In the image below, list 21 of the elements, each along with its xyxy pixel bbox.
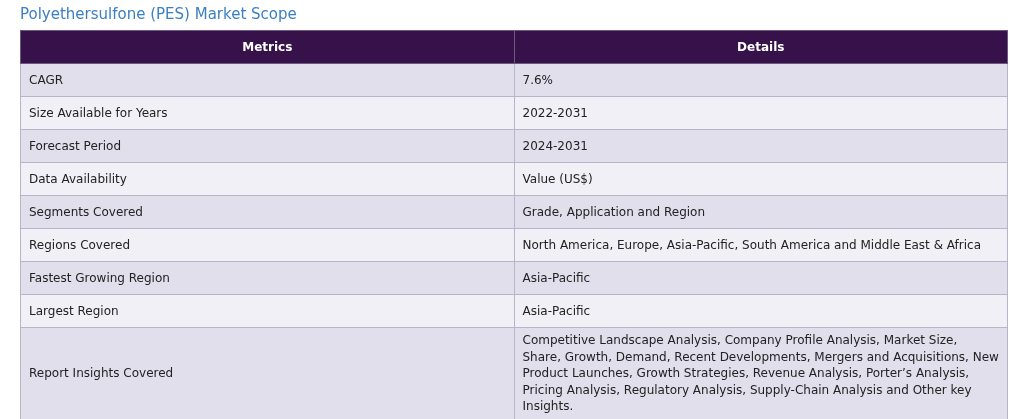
table-cell: Data Availability — [20, 162, 514, 196]
table-cell: CAGR — [20, 63, 514, 97]
table-cell: Size Available for Years — [20, 96, 514, 130]
table-cell: Forecast Period — [20, 129, 514, 163]
table-cell: North America, Europe, Asia-Pacific, South America and Middle East & Africa — [514, 228, 1008, 262]
column-header: Details — [514, 30, 1008, 64]
table-cell: Regions Covered — [20, 228, 514, 262]
table-cell: Grade, Application and Region — [514, 195, 1008, 229]
column-header: Metrics — [20, 30, 514, 64]
table-cell: 2024-2031 — [514, 129, 1008, 163]
section-title: Polyethersulfone (PES) Market Scope — [20, 4, 298, 24]
table-cell: 2022-2031 — [514, 96, 1008, 130]
table-cell: Asia-Pacific — [514, 294, 1008, 328]
table-cell: Segments Covered — [20, 195, 514, 229]
table-cell: Fastest Growing Region — [20, 261, 514, 295]
table-cell: Report Insights Covered — [20, 327, 514, 419]
table-cell: Asia-Pacific — [514, 261, 1008, 295]
table-cell: Largest Region — [20, 294, 514, 328]
table-cell: 7.6% — [514, 63, 1008, 97]
table-cell: Value (US$) — [514, 162, 1008, 196]
table-cell: Competitive Landscape Analysis, Company Profile Analysis, Market Size, Share, Growth, Demand, Recent Developments, Mergers and Acquisitions, New Product Launches, Growth Strategies, Revenue Analysis, Porter’s Analysis, Pricing Analysis, Regulatory Analysis, Supply-Chain Analysis and Other key Insights. — [514, 327, 1008, 419]
